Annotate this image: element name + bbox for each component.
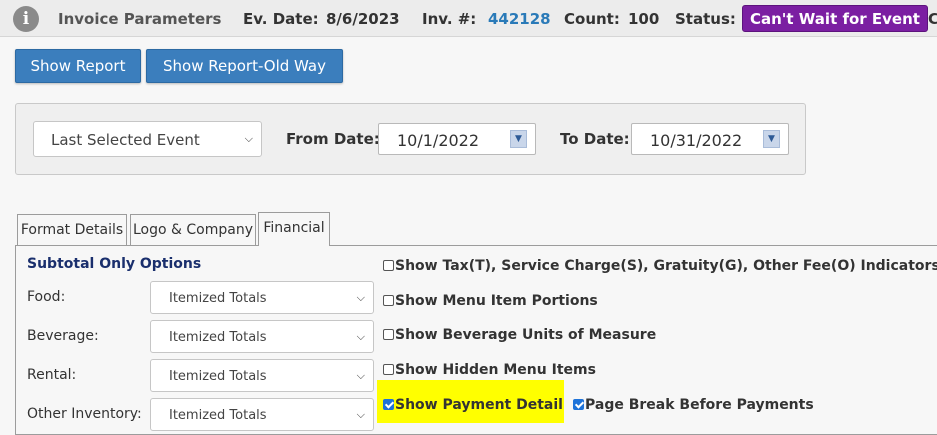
ev-date-label: Ev. Date: (243, 10, 319, 28)
invoice-header-bar: i Invoice Parameters Ev. Date: 8/6/2023 … (0, 0, 937, 37)
from-date-input[interactable]: 10/1/2022 ▼ (378, 123, 536, 155)
status-label: Status: (675, 10, 736, 28)
option-label: Show Menu Item Portions (395, 293, 598, 309)
food-select-value: Itemized Totals (169, 291, 267, 306)
rental-label: Rental: (27, 367, 77, 383)
beverage-select-value: Itemized Totals (169, 330, 267, 345)
checkbox[interactable] (383, 364, 394, 375)
tab-format-details[interactable]: Format Details (17, 214, 127, 245)
show-report-button[interactable]: Show Report (15, 49, 141, 83)
option-show-payment-detail[interactable]: Show Payment Detail (383, 397, 563, 413)
to-date-value: 10/31/2022 (650, 131, 743, 150)
beverage-select[interactable]: Itemized Totals ⌵ (150, 320, 374, 353)
info-icon[interactable]: i (13, 6, 39, 32)
header-title: Invoice Parameters (58, 10, 222, 28)
count-value: 100 (628, 10, 660, 28)
other-inventory-select-value: Itemized Totals (169, 408, 267, 423)
chevron-down-icon: ⌵ (356, 290, 365, 304)
option-label: Show Beverage Units of Measure (395, 327, 657, 343)
option-show-beverage-units[interactable]: Show Beverage Units of Measure (383, 327, 656, 343)
chevron-down-icon: ⌵ (356, 329, 365, 343)
other-inventory-select[interactable]: Itemized Totals ⌵ (150, 398, 374, 431)
option-show-menu-item-portions[interactable]: Show Menu Item Portions (383, 293, 598, 309)
invoice-number-link[interactable]: 442128 (488, 10, 551, 28)
tab-logo-company[interactable]: Logo & Company (130, 214, 256, 245)
chevron-down-icon: ⌵ (356, 407, 365, 421)
from-date-label: From Date: (286, 130, 380, 148)
option-page-break-before-payments[interactable]: Page Break Before Payments (573, 397, 814, 413)
count-label: Count: (564, 10, 620, 28)
other-inventory-label: Other Inventory: (27, 406, 142, 422)
rental-select-value: Itemized Totals (169, 369, 267, 384)
header-overflow-text: C (928, 10, 937, 28)
to-date-input[interactable]: 10/31/2022 ▼ (631, 123, 789, 155)
from-date-value: 10/1/2022 (397, 131, 480, 150)
tab-financial[interactable]: Financial (258, 212, 330, 246)
option-label: Page Break Before Payments (585, 397, 814, 413)
checkbox[interactable] (383, 295, 394, 306)
checkbox[interactable] (383, 329, 394, 340)
option-show-hidden-menu-items[interactable]: Show Hidden Menu Items (383, 362, 596, 378)
option-label: Show Tax(T), Service Charge(S), Gratuity… (395, 258, 937, 274)
chevron-down-icon: ⌵ (244, 132, 253, 145)
option-label: Show Payment Detail (395, 397, 563, 413)
rental-select[interactable]: Itemized Totals ⌵ (150, 359, 374, 392)
event-select[interactable]: Last Selected Event ⌵ (33, 121, 262, 157)
food-select[interactable]: Itemized Totals ⌵ (150, 281, 374, 314)
ev-date-value: 8/6/2023 (326, 10, 400, 28)
to-date-label: To Date: (560, 130, 630, 148)
option-show-tax-indicators[interactable]: Show Tax(T), Service Charge(S), Gratuity… (383, 258, 937, 274)
checkbox[interactable] (383, 260, 394, 271)
checkbox-checked[interactable] (573, 399, 584, 410)
beverage-label: Beverage: (27, 328, 99, 344)
dropdown-arrow-icon[interactable]: ▼ (510, 130, 527, 148)
dropdown-arrow-icon[interactable]: ▼ (763, 130, 780, 148)
invoice-number-label: Inv. #: (422, 10, 477, 28)
option-label: Show Hidden Menu Items (395, 362, 596, 378)
chevron-down-icon: ⌵ (356, 368, 365, 382)
checkbox-checked[interactable] (383, 399, 394, 410)
status-badge[interactable]: Can't Wait for Event (742, 5, 928, 32)
food-label: Food: (27, 289, 66, 305)
subtotal-section-title: Subtotal Only Options (27, 256, 202, 272)
event-select-value: Last Selected Event (51, 131, 200, 149)
show-report-old-way-button[interactable]: Show Report-Old Way (146, 49, 343, 83)
